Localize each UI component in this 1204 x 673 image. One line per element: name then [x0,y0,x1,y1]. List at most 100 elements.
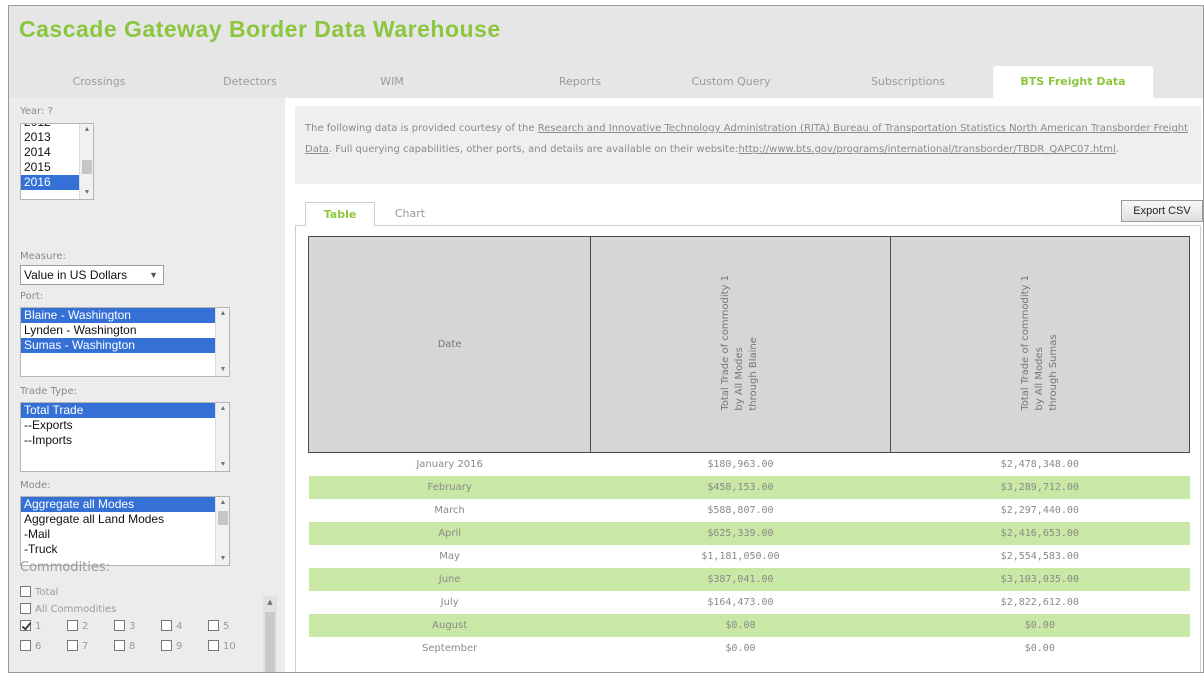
checkbox-commodity[interactable] [67,640,78,651]
mode-option[interactable]: Aggregate all Land Modes [21,512,229,527]
scroll-up-icon[interactable]: ▲ [216,308,229,320]
mode-option[interactable]: -Truck [21,542,229,557]
header-line: through Sumas [1047,334,1059,411]
table-row: April $625,339.00 $2,416,653.00 [308,521,1190,545]
tab-subscriptions[interactable]: Subscriptions [849,66,967,98]
cell-sumas: $0.00 [1024,642,1055,654]
cell-sumas: $2,554,583.00 [1000,550,1079,562]
bts-website-link[interactable]: http://www.bts.gov/programs/internationa… [739,144,1116,155]
cell-date: January 2016 [416,458,483,470]
checkbox-commodity[interactable] [208,620,219,631]
checkbox-label: All Commodities [35,604,117,615]
main-content: The following data is provided courtesy … [287,98,1203,672]
year-option[interactable]: 2015 [21,160,81,175]
scroll-up-icon[interactable]: ▲ [216,403,229,415]
checkbox-commodity[interactable] [20,640,31,651]
checkbox-label: Total [35,587,59,598]
trade-type-option[interactable]: --Exports [21,418,229,433]
year-option[interactable]: 2013 [21,130,81,145]
cell-blaine: $387,041.00 [590,567,891,591]
checkbox-commodity[interactable] [20,620,31,631]
trade-type-scrollbar[interactable]: ▲ ▼ [215,403,229,471]
commodity-checkbox-item[interactable]: 8 [114,640,135,652]
scroll-thumb[interactable] [82,160,92,174]
cell-date: September [422,642,478,654]
tab-detectors[interactable]: Detectors [205,66,295,98]
commodity-checkbox-item[interactable]: 2 [67,620,88,632]
commodity-checkbox-item[interactable]: 1 [20,620,41,632]
commodity-checkbox-item[interactable]: 5 [208,620,229,632]
scroll-down-icon[interactable]: ▼ [216,459,229,471]
column-header-date[interactable]: Date [307,236,592,453]
commodity-checkbox-item[interactable]: 6 [20,640,41,652]
trade-type-listbox[interactable]: Total Trade --Exports --Imports ▲ ▼ [20,402,230,472]
commodity-checkbox-item[interactable]: 4 [161,620,182,632]
commodity-checkbox-item[interactable]: 9 [161,640,182,652]
trade-type-option[interactable]: --Imports [21,433,229,448]
checkbox-all-commodities[interactable] [20,603,31,614]
scroll-thumb[interactable] [218,511,228,525]
scroll-up-icon[interactable]: ▲ [263,598,277,606]
table-row: May $1,181,050.00 $2,554,583.00 [309,545,1190,568]
cell-date: April [308,521,591,545]
commodity-checkbox-item[interactable]: 7 [67,640,88,652]
checkbox-label: 8 [129,641,136,652]
checkbox-commodity[interactable] [161,620,172,631]
cell-sumas: $2,822,612.00 [1000,596,1079,608]
notice-text: . [1115,144,1119,155]
scroll-thumb[interactable] [265,612,275,672]
mode-scrollbar[interactable]: ▲ ▼ [215,497,229,565]
checkbox-commodity[interactable] [114,620,125,631]
table-row: August $0.00 $0.00 [308,613,1190,637]
commodity-total-row[interactable]: Total [20,586,58,598]
tab-table[interactable]: Table [305,202,375,227]
cell-blaine: $180,963.00 [707,458,774,470]
year-option[interactable]: 2012 [21,124,81,130]
column-header-blaine[interactable]: Total Trade of commodity 1 by All Modes th… [590,236,891,453]
commodity-checkbox-item[interactable]: 3 [114,620,135,632]
port-scrollbar[interactable]: ▲ ▼ [215,308,229,376]
year-option-selected[interactable]: 2016 [21,175,81,190]
port-option[interactable]: Lynden - Washington [21,323,229,338]
checkbox-commodity[interactable] [67,620,78,631]
checkbox-commodity[interactable] [114,640,125,651]
trade-type-option[interactable]: Total Trade [21,403,229,418]
tab-reports[interactable]: Reports [537,66,623,98]
checkbox-commodity[interactable] [208,640,219,651]
mode-listbox[interactable]: Aggregate all Modes Aggregate all Land M… [20,496,230,566]
measure-select[interactable]: Value in US Dollars ▼ [20,265,164,285]
app-title: Cascade Gateway Border Data Warehouse [19,16,501,42]
table-row: July $164,473.00 $2,822,612.00 [309,591,1190,614]
export-csv-button[interactable]: Export CSV [1121,200,1203,222]
tab-custom-query[interactable]: Custom Query [671,66,791,98]
checkbox-commodity[interactable] [161,640,172,651]
commodity-checkbox-item[interactable]: 10 [208,640,236,652]
cell-date: March [434,504,465,516]
port-listbox[interactable]: Blaine - Washington Lynden - Washington … [20,307,230,377]
scroll-down-icon[interactable]: ▼ [216,553,229,565]
scroll-down-icon[interactable]: ▼ [80,187,93,199]
mode-option[interactable]: -Mail [21,527,229,542]
year-listbox[interactable]: 2012 2013 2014 2015 2016 ▲ ▼ [20,123,94,200]
scroll-down-icon[interactable]: ▼ [216,364,229,376]
year-option[interactable]: 2014 [21,145,81,160]
checkbox-label: 10 [223,641,236,652]
help-icon[interactable]: ? [48,106,53,117]
cell-sumas: $3,103,035.00 [890,567,1190,591]
column-header-sumas[interactable]: Total Trade of commodity 1 by All Modes th… [889,236,1191,453]
table-header-row: Date Total Trade of commodity 1 by All Mo… [307,236,1191,453]
checkbox-total[interactable] [20,586,31,597]
port-option[interactable]: Sumas - Washington [21,338,229,353]
tab-bts-freight-data[interactable]: BTS Freight Data [993,66,1153,98]
commodities-scrollbar[interactable]: ▲ [263,596,277,672]
mode-label: Mode: [20,480,51,491]
tab-chart[interactable]: Chart [379,202,441,226]
scroll-up-icon[interactable]: ▲ [80,124,93,136]
tab-wim[interactable]: WIM [357,66,427,98]
year-scrollbar[interactable]: ▲ ▼ [79,124,93,199]
mode-option[interactable]: Aggregate all Modes [21,497,229,512]
port-option[interactable]: Blaine - Washington [21,308,229,323]
scroll-up-icon[interactable]: ▲ [216,497,229,509]
tab-crossings[interactable]: Crossings [47,66,151,98]
commodity-all-row[interactable]: All Commodities [20,603,116,615]
